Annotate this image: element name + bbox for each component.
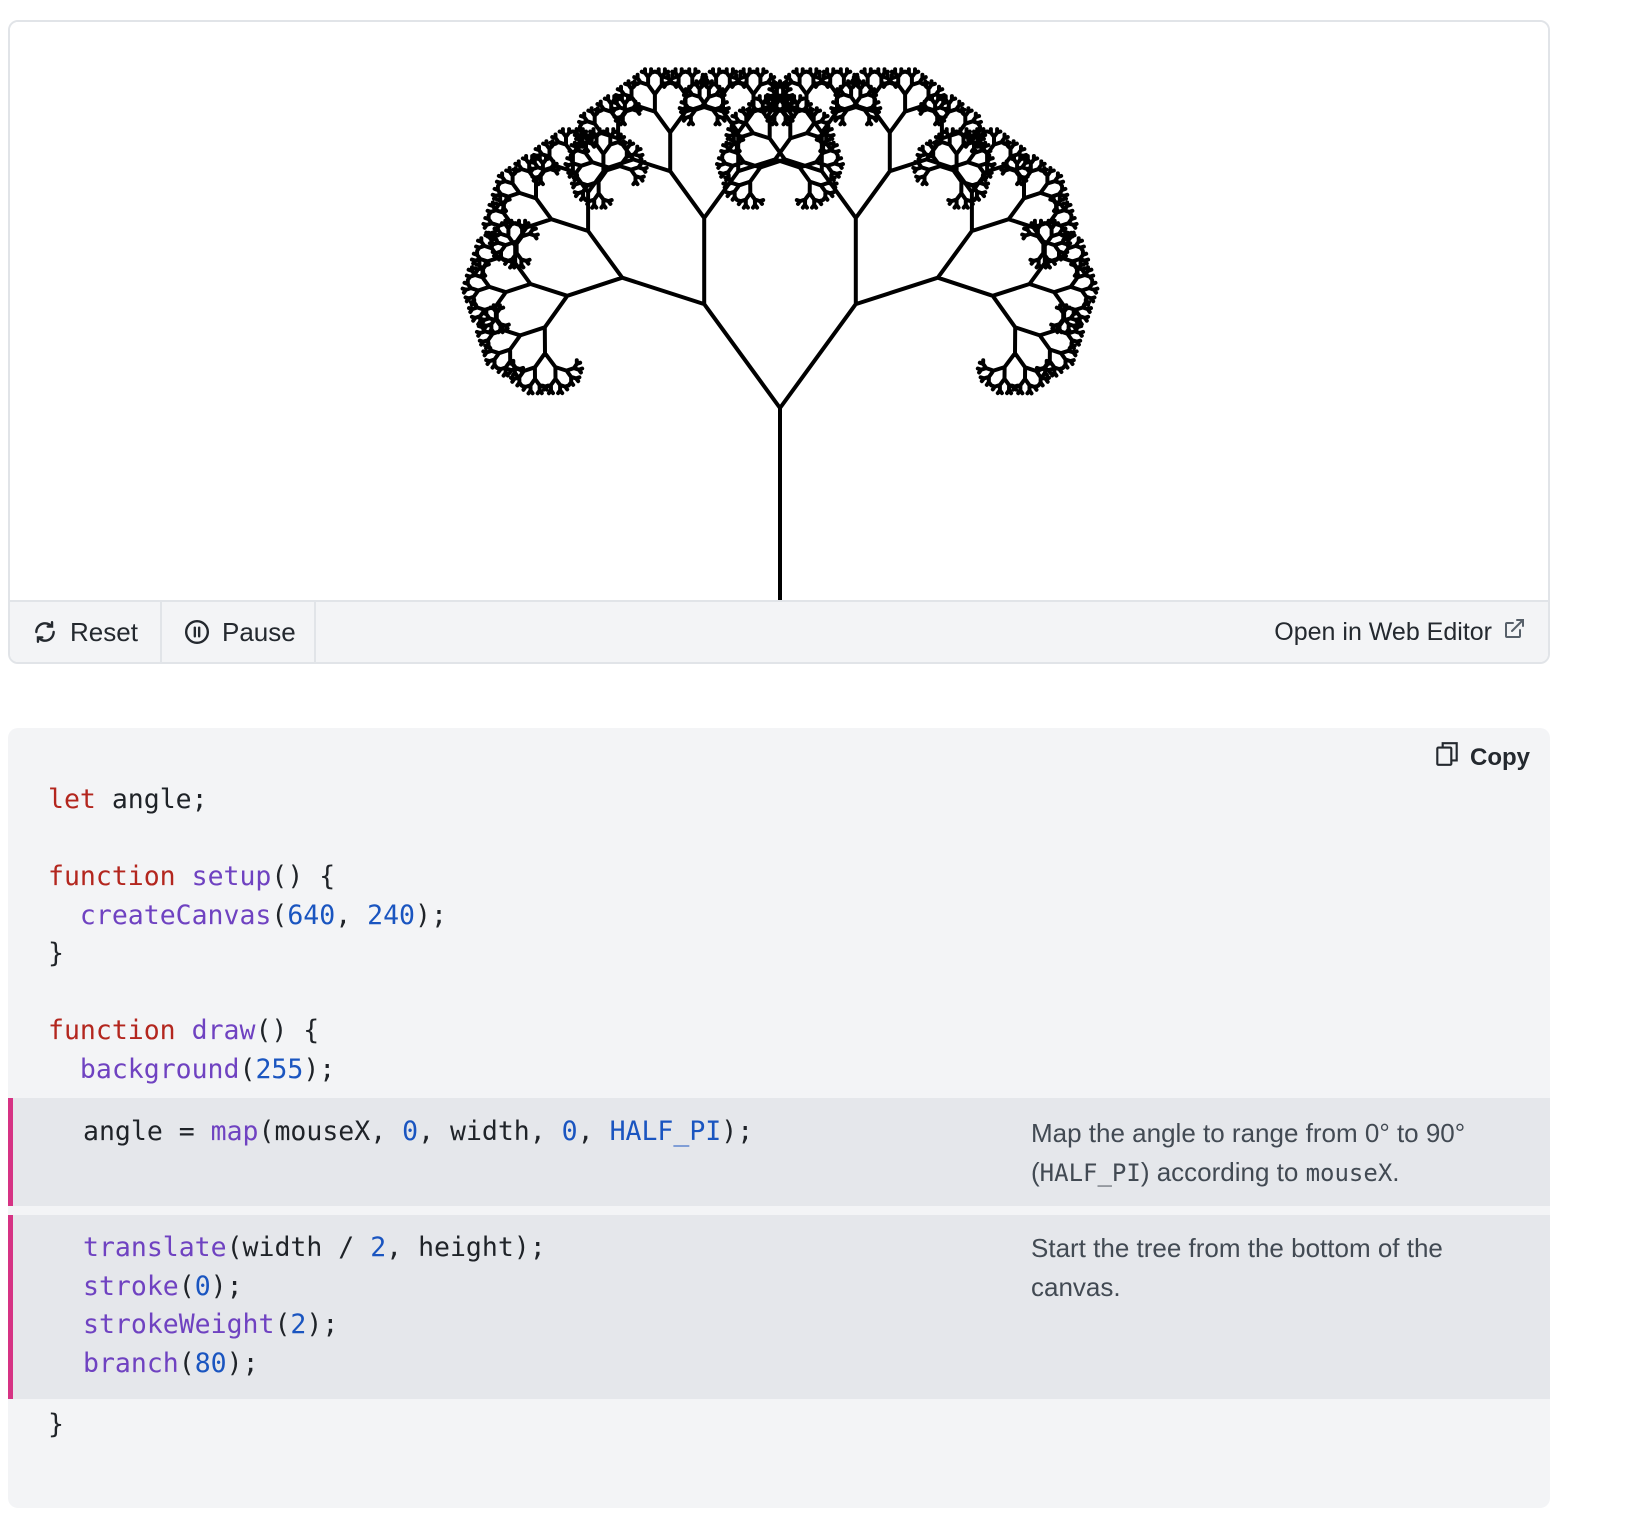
code-line: background(255); — [79, 1054, 336, 1085]
external-link-icon — [1502, 617, 1526, 648]
code-line: function draw() { — [48, 1015, 320, 1046]
sketch-controls: Reset Pause Open in Web Editor — [10, 600, 1548, 662]
reset-label: Reset — [70, 616, 138, 647]
copy-icon — [1434, 740, 1460, 775]
code-line: strokeWeight(2); — [83, 1309, 339, 1340]
code-line: } — [48, 938, 64, 969]
sketch-canvas[interactable] — [10, 22, 1548, 600]
code-line: function setup() { — [48, 861, 336, 892]
code-line: stroke(0); — [83, 1271, 243, 1302]
pause-label: Pause — [222, 616, 296, 647]
tree-branches — [460, 67, 1100, 600]
pause-button[interactable]: Pause — [162, 602, 316, 662]
fractal-tree — [460, 67, 1100, 600]
annotated-code-block: angle = map(mouseX, 0, width, 0, HALF_PI… — [8, 1098, 1550, 1206]
reset-button[interactable]: Reset — [10, 602, 162, 662]
code-annotation: Map the angle to range from 0° to 90° (H… — [1031, 1118, 1466, 1187]
code-line: } — [48, 1409, 64, 1440]
pause-icon — [184, 619, 210, 645]
reset-icon — [32, 619, 58, 645]
open-editor-label: Open in Web Editor — [1274, 617, 1492, 646]
code-line: branch(80); — [83, 1348, 259, 1379]
code-line: angle = map(mouseX, 0, width, 0, HALF_PI… — [83, 1116, 754, 1147]
code-line: translate(width / 2, height); — [83, 1232, 546, 1263]
annotated-code-block: translate(width / 2, height); stroke(0);… — [8, 1215, 1550, 1399]
code-line: let angle; — [48, 784, 208, 815]
copy-button[interactable]: Copy — [1434, 740, 1530, 775]
copy-label: Copy — [1470, 743, 1530, 771]
code-block: Copy let angle; function setup() { creat… — [8, 728, 1550, 1508]
open-in-web-editor-link[interactable]: Open in Web Editor — [1274, 602, 1526, 662]
sketch-preview: Reset Pause Open in Web Editor — [8, 20, 1550, 664]
code-annotation: Start the tree from the bottom of the ca… — [1031, 1233, 1443, 1302]
code-line: createCanvas(640, 240); — [79, 900, 447, 931]
